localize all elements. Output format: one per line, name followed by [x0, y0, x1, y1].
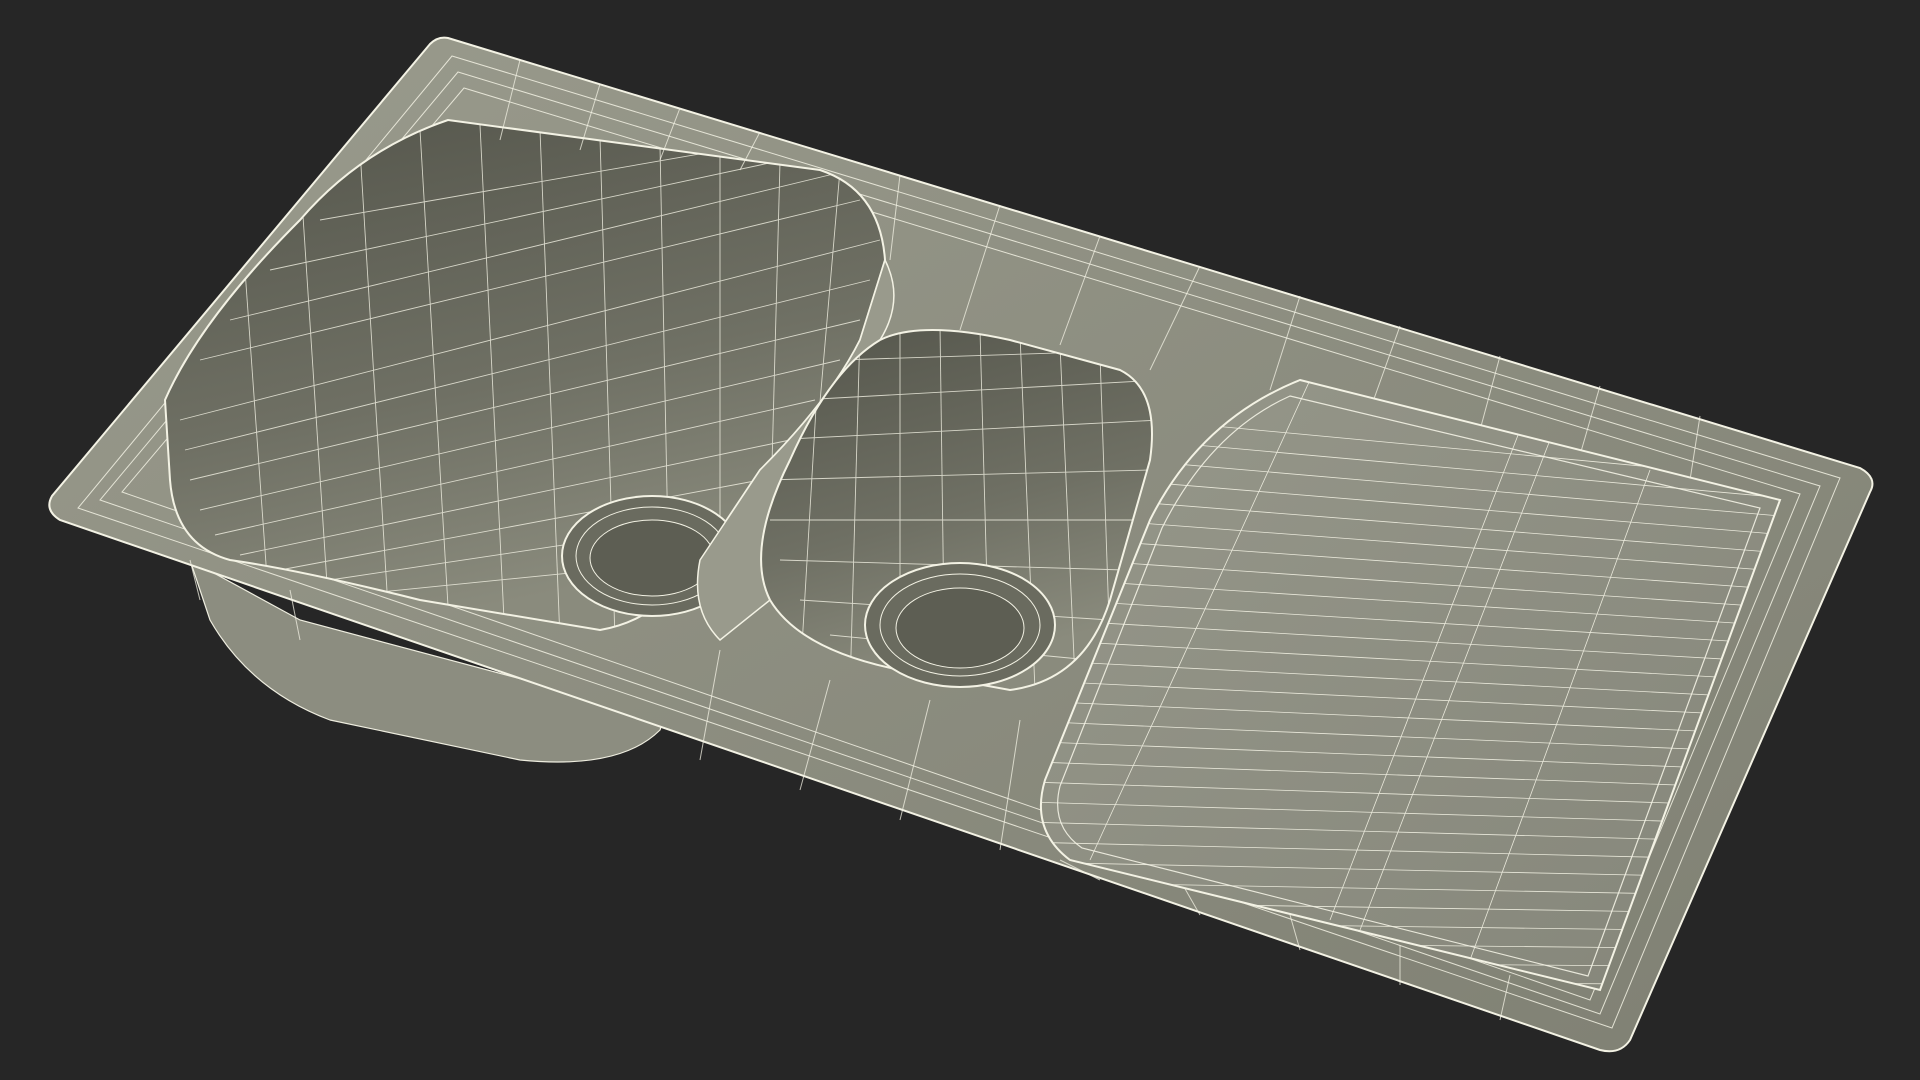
small-basin-drain: [864, 562, 1056, 688]
3d-viewport: [0, 0, 1920, 1080]
sink-render: [48, 36, 1874, 1053]
